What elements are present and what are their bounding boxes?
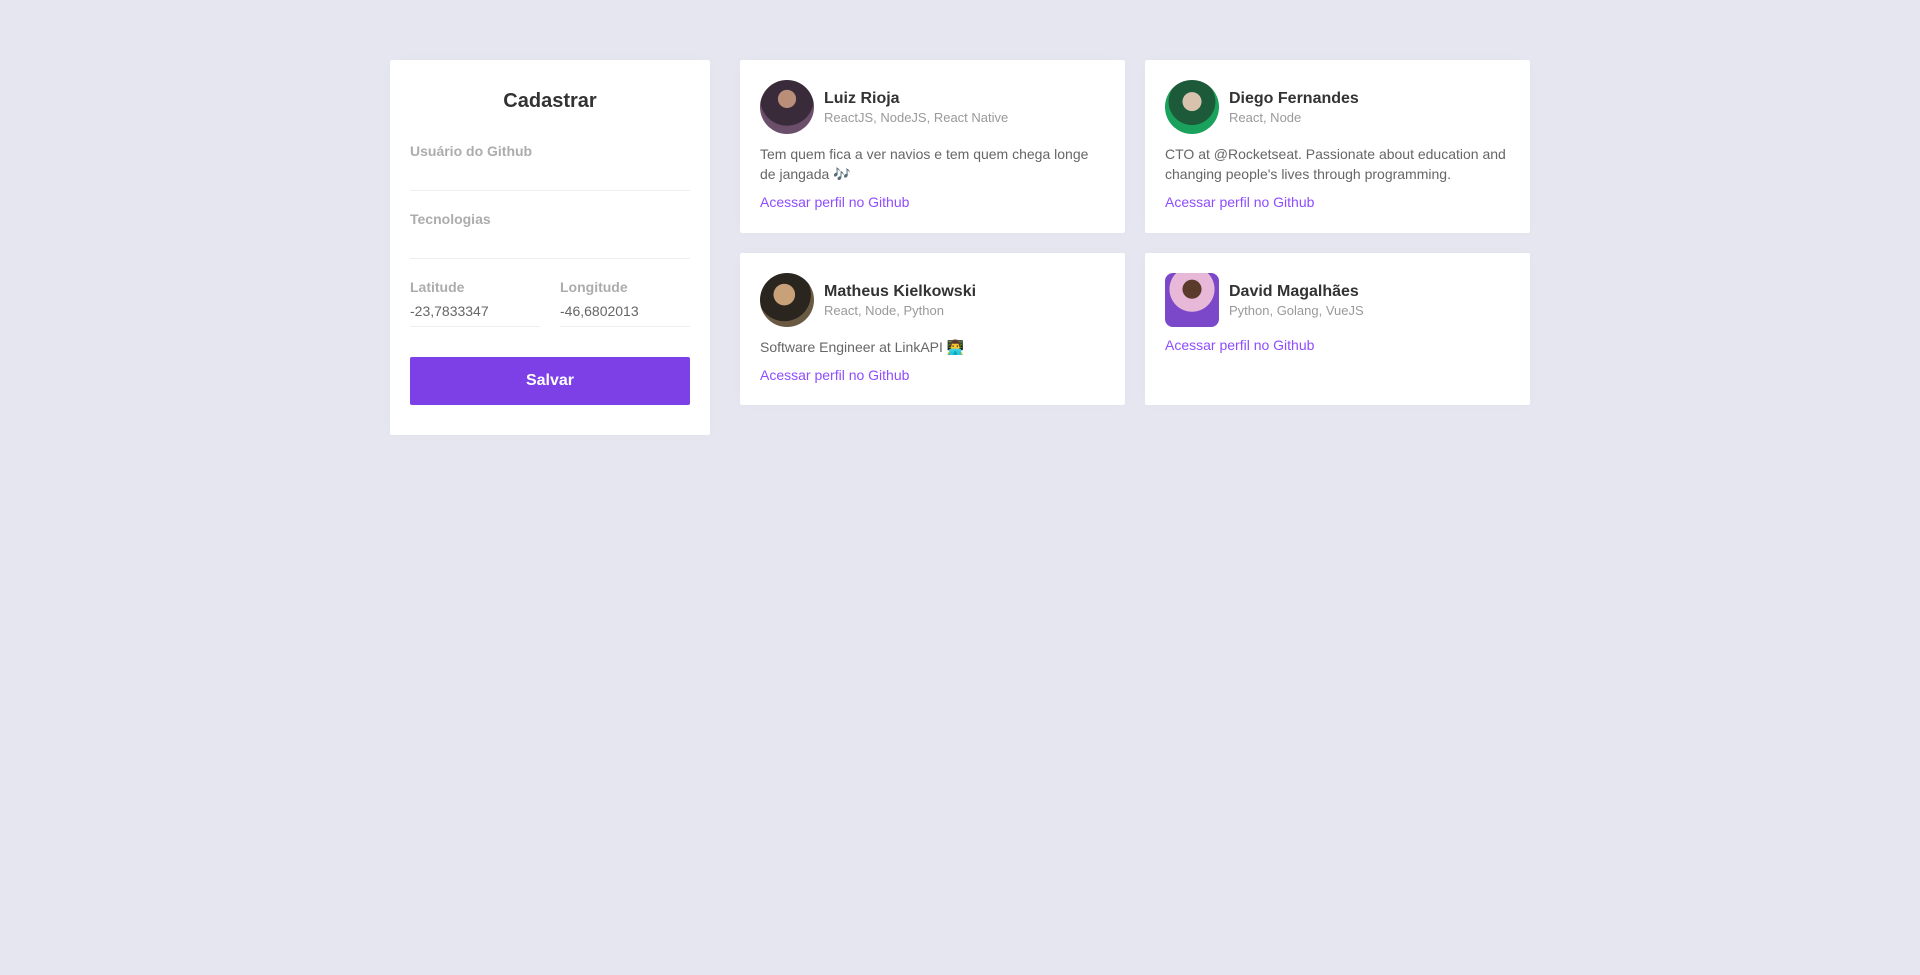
dev-header: Matheus Kielkowski React, Node, Python — [760, 273, 1105, 327]
longitude-block: Longitude — [560, 279, 690, 327]
dev-bio: CTO at @Rocketseat. Passionate about edu… — [1165, 146, 1506, 182]
github-username-block: Usuário do Github — [410, 143, 690, 191]
dev-name: Matheus Kielkowski — [824, 282, 977, 300]
dev-identity: David Magalhães Python, Golang, VueJS — [1229, 283, 1364, 318]
dev-bio: Tem quem fica a ver navios e tem quem ch… — [760, 146, 1089, 182]
dev-card: Matheus Kielkowski React, Node, Python S… — [740, 253, 1125, 405]
dev-card: Diego Fernandes React, Node CTO at @Rock… — [1145, 60, 1530, 233]
dev-name: David Magalhães — [1229, 282, 1359, 300]
panel-title: Cadastrar — [503, 90, 597, 112]
dev-list: Luiz Rioja ReactJS, NodeJS, React Native… — [740, 60, 1530, 405]
dev-bio: Software Engineer at LinkAPI 👨‍💻 — [760, 339, 965, 355]
dev-list-area: Luiz Rioja ReactJS, NodeJS, React Native… — [740, 60, 1530, 405]
dev-header: Diego Fernandes React, Node — [1165, 80, 1510, 134]
app-container: Cadastrar Usuário do Github Tecnologias … — [390, 60, 1530, 435]
dev-identity: Luiz Rioja ReactJS, NodeJS, React Native — [824, 90, 1008, 125]
techs-input[interactable] — [410, 227, 690, 259]
techs-block: Tecnologias — [410, 211, 690, 259]
dev-header: David Magalhães Python, Golang, VueJS — [1165, 273, 1510, 327]
longitude-label: Longitude — [560, 279, 628, 295]
dev-identity: Matheus Kielkowski React, Node, Python — [824, 283, 976, 318]
longitude-input[interactable] — [560, 295, 690, 327]
latitude-input[interactable] — [410, 295, 540, 327]
github-profile-link[interactable]: Acessar perfil no Github — [1165, 194, 1314, 210]
dev-techs: ReactJS, NodeJS, React Native — [824, 109, 1009, 125]
dev-name: Luiz Rioja — [824, 89, 900, 107]
techs-label: Tecnologias — [410, 211, 491, 227]
dev-identity: Diego Fernandes React, Node — [1229, 90, 1359, 125]
avatar — [760, 273, 814, 327]
dev-card: David Magalhães Python, Golang, VueJS Ac… — [1145, 253, 1530, 405]
github-username-input[interactable] — [410, 159, 690, 191]
dev-header: Luiz Rioja ReactJS, NodeJS, React Native — [760, 80, 1105, 134]
avatar — [760, 80, 814, 134]
github-username-label: Usuário do Github — [410, 143, 533, 159]
dev-techs: Python, Golang, VueJS — [1229, 302, 1364, 318]
github-profile-link[interactable]: Acessar perfil no Github — [760, 367, 909, 383]
dev-techs: React, Node, Python — [824, 302, 944, 318]
register-panel: Cadastrar Usuário do Github Tecnologias … — [390, 60, 710, 435]
latitude-label: Latitude — [410, 279, 465, 295]
dev-card: Luiz Rioja ReactJS, NodeJS, React Native… — [740, 60, 1125, 233]
github-profile-link[interactable]: Acessar perfil no Github — [1165, 337, 1314, 353]
github-profile-link[interactable]: Acessar perfil no Github — [760, 194, 909, 210]
coordinates-group: Latitude Longitude — [410, 279, 690, 347]
dev-name: Diego Fernandes — [1229, 89, 1359, 107]
avatar — [1165, 80, 1219, 134]
save-button[interactable]: Salvar — [410, 357, 690, 405]
register-form: Usuário do Github Tecnologias Latitude L… — [410, 143, 690, 405]
latitude-block: Latitude — [410, 279, 540, 327]
avatar — [1165, 273, 1219, 327]
dev-techs: React, Node — [1229, 109, 1302, 125]
